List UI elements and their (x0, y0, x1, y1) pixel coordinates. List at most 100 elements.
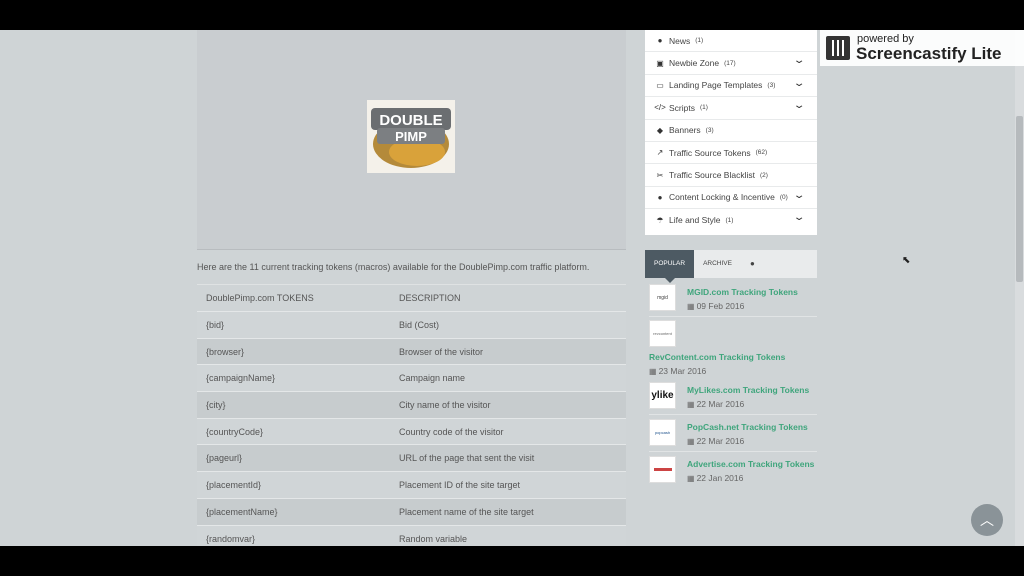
category-banners[interactable]: ◆ Banners (3) (645, 120, 817, 142)
description-cell: Country code of the visitor (390, 417, 626, 445)
post-thumbnail[interactable]: popcash (649, 419, 676, 446)
calendar-icon: ▦ (687, 437, 695, 446)
post-date: ▦ 22 Mar 2016 (687, 436, 745, 446)
category-traffic-source-blacklist[interactable]: ✂ Traffic Source Blacklist (2) (645, 164, 817, 187)
category-label: Newbie Zone (669, 58, 720, 69)
tab-archive[interactable]: ARCHIVE (694, 250, 741, 278)
umbrella-icon: ☂ (656, 215, 664, 225)
category-content-locking[interactable]: ● Content Locking & Incentive (0) ⌄ (645, 187, 817, 210)
post-title-link[interactable]: MyLikes.com Tracking Tokens (687, 385, 809, 395)
logo-text-bottom: PIMP (395, 129, 427, 144)
table-row: {campaignName} Campaign name (197, 364, 626, 392)
watermark-brand: Screencastify Lite (856, 44, 1002, 63)
list-item[interactable]: mgid MGID.com Tracking Tokens ▦ 09 Feb 20… (649, 284, 817, 314)
calendar-icon: ▦ (687, 302, 695, 311)
divider (649, 414, 817, 415)
column-header-description: DESCRIPTION (390, 284, 626, 312)
post-thumbnail[interactable]: mgid (649, 284, 676, 311)
list-item[interactable]: popcash PopCash.net Tracking Tokens ▦ 22 … (649, 419, 817, 449)
calendar-icon: ▦ (649, 367, 657, 376)
calendar-icon: ▦ (687, 400, 695, 409)
category-traffic-source-tokens[interactable]: ↗ Traffic Source Tokens (62) (645, 142, 817, 165)
description-cell: Random variable (390, 524, 626, 546)
table-row: {browser} Browser of the visitor (197, 337, 626, 365)
post-title-link[interactable]: MGID.com Tracking Tokens (687, 287, 798, 297)
chevron-up-icon: ︿ (980, 512, 994, 528)
category-news[interactable]: ● News (1) (645, 30, 817, 53)
post-thumbnail[interactable] (649, 456, 676, 483)
table-row: {pageurl} URL of the page that sent the v… (197, 444, 626, 472)
category-life-and-style[interactable]: ☂ Life and Style (1) ⌄ (645, 209, 817, 231)
token-cell: {campaignName} (197, 364, 390, 392)
code-icon: </> (654, 103, 666, 113)
laptop-icon: ▭ (656, 80, 664, 90)
description-cell: City name of the visitor (390, 391, 626, 419)
tokens-table: DoublePimp.com TOKENS DESCRIPTION {bid} B… (197, 284, 626, 546)
briefcase-icon: ▣ (656, 58, 664, 68)
screencastify-watermark: powered by Screencastify Lite (820, 30, 1024, 66)
post-title-link[interactable]: Advertise.com Tracking Tokens (687, 459, 814, 469)
table-row: {bid} Bid (Cost) (197, 311, 626, 339)
page-viewport: DOUBLE PIMP Here are the 11 current trac… (0, 30, 1024, 546)
table-row: {placementName} Placement name of the sit… (197, 497, 626, 525)
post-title-link[interactable]: RevContent.com Tracking Tokens (649, 352, 785, 362)
table-row: {city} City name of the visitor (197, 391, 626, 419)
hero-image-area: DOUBLE PIMP (197, 30, 626, 250)
category-count: (3) (705, 126, 714, 134)
scrollbar-thumb[interactable] (1016, 116, 1023, 282)
divider (649, 451, 817, 452)
token-cell: {countryCode} (197, 417, 390, 445)
category-landing-page-templates[interactable]: ▭ Landing Page Templates (3) ⌄ (645, 75, 817, 98)
intro-paragraph: Here are the 11 current tracking tokens … (197, 262, 590, 272)
chevron-down-icon[interactable]: ⌄ (793, 78, 806, 89)
doublepimp-logo: DOUBLE PIMP (367, 100, 455, 173)
token-cell: {city} (197, 391, 390, 419)
token-cell: {placementId} (197, 471, 390, 499)
category-label: Traffic Source Blacklist (669, 170, 755, 181)
calendar-icon: ▦ (687, 474, 695, 483)
description-cell: Placement name of the site target (390, 497, 626, 525)
back-to-top-button[interactable]: ︿ (971, 504, 1003, 536)
chevron-down-icon[interactable]: ⌄ (793, 100, 806, 111)
list-item[interactable]: revcontent RevContent.com Tracking Token… (649, 320, 817, 376)
mouse-cursor-icon: ⬉ (902, 255, 911, 266)
category-count: (1) (725, 216, 734, 224)
chevron-down-icon[interactable]: ⌄ (793, 212, 806, 223)
logo-text-top: DOUBLE (379, 112, 442, 129)
post-date: ▦ 09 Feb 2016 (687, 301, 745, 311)
post-title-link[interactable]: PopCash.net Tracking Tokens (687, 422, 808, 432)
tab-comments[interactable]: ● (741, 250, 764, 278)
category-newbie-zone[interactable]: ▣ Newbie Zone (17) ⌄ (645, 52, 817, 75)
chevron-down-icon[interactable]: ⌄ (793, 55, 806, 66)
category-label: News (669, 35, 691, 46)
token-cell: {browser} (197, 337, 390, 365)
category-count: (3) (767, 81, 776, 89)
tab-popular[interactable]: POPULAR (645, 250, 695, 283)
category-label: Landing Page Templates (669, 80, 763, 91)
category-label: Traffic Source Tokens (669, 147, 751, 158)
post-date: ▦ 22 Jan 2016 (687, 473, 744, 483)
chevron-down-icon[interactable]: ⌄ (793, 190, 806, 201)
chart-line-icon: ↗ (656, 148, 664, 158)
description-cell: Campaign name (390, 364, 626, 392)
token-cell: {placementName} (197, 497, 390, 525)
category-count: (62) (755, 149, 768, 157)
category-scripts[interactable]: </> Scripts (1) ⌄ (645, 97, 817, 120)
category-label: Life and Style (669, 215, 721, 226)
post-date: ▦ 23 Mar 2016 (649, 366, 707, 376)
token-cell: {bid} (197, 311, 390, 339)
globe-icon: ● (657, 36, 663, 46)
comments-icon: ● (749, 259, 755, 268)
table-row: {placementId} Placement ID of the site ta… (197, 471, 626, 499)
category-count: (0) (779, 193, 788, 201)
list-item[interactable]: Advertise.com Tracking Tokens ▦ 22 Jan 20… (649, 456, 817, 486)
token-cell: {pageurl} (197, 444, 390, 472)
category-label: Scripts (669, 102, 695, 113)
scissors-icon: ✂ (656, 170, 664, 180)
list-item[interactable]: ylike MyLikes.com Tracking Tokens ▦ 22 Ma… (649, 382, 817, 412)
post-thumbnail[interactable]: revcontent (649, 320, 676, 347)
page-scrollbar[interactable] (1015, 30, 1024, 546)
category-count: (1) (695, 37, 704, 45)
post-thumbnail[interactable]: ylike (649, 382, 676, 409)
popular-widget-tabs: POPULAR ARCHIVE ● (645, 250, 817, 283)
